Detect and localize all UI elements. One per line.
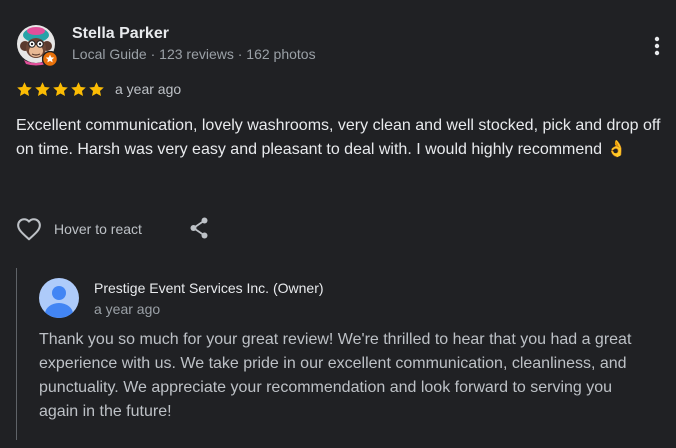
star-icon [53, 81, 68, 96]
owner-avatar [39, 278, 79, 318]
more-options-button[interactable] [640, 30, 674, 62]
local-guide-badge-icon [42, 51, 58, 67]
owner-name: Prestige Event Services Inc. (Owner) [94, 280, 324, 296]
star-icon [35, 81, 50, 96]
rating-row: a year ago [16, 79, 181, 99]
star-icon [89, 81, 104, 96]
share-button[interactable] [186, 215, 212, 241]
reviewer-meta: Local Guide · 123 reviews · 162 photos [72, 46, 316, 62]
review-card: Stella Parker Local Guide · 123 reviews … [0, 0, 676, 448]
react-label: Hover to react [54, 221, 142, 237]
heart-outline-icon [17, 218, 41, 241]
star-rating [16, 81, 105, 98]
more-vertical-icon [654, 36, 660, 56]
review-date: a year ago [115, 81, 182, 97]
share-icon [190, 217, 208, 239]
star-icon [17, 81, 32, 96]
star-icon [71, 81, 86, 96]
default-user-avatar-icon [39, 278, 79, 318]
owner-reply: Prestige Event Services Inc. (Owner) a y… [16, 268, 657, 440]
reviewer-name[interactable]: Stella Parker [72, 25, 169, 43]
reviewer-avatar[interactable] [16, 24, 60, 68]
react-button[interactable]: Hover to react [16, 215, 142, 243]
owner-reply-date: a year ago [94, 301, 161, 317]
owner-reply-text: Thank you so much for your great review!… [39, 331, 632, 420]
review-text: Excellent communication, lovely washroom… [16, 117, 661, 158]
